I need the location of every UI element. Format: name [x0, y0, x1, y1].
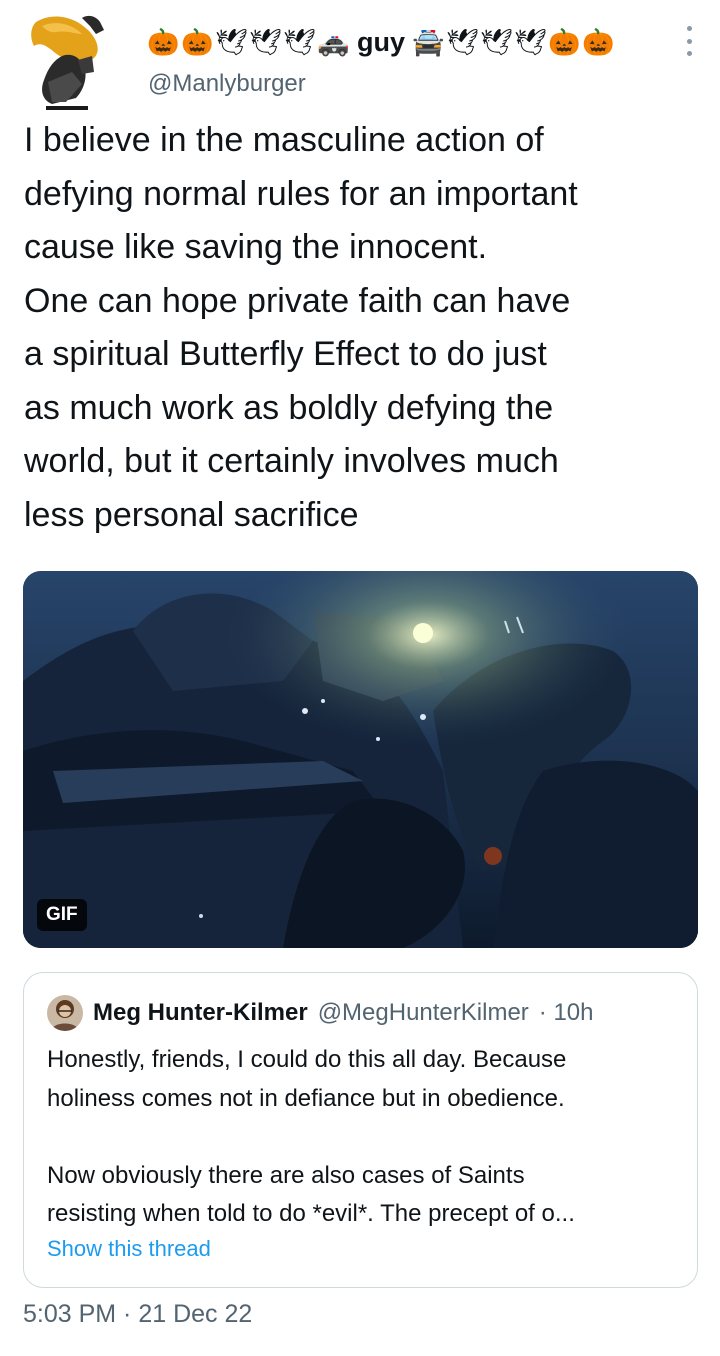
author-display-name[interactable]: guy — [357, 27, 405, 58]
dove-icon: 🕊 — [215, 27, 249, 57]
quoted-text-line: Honestly, friends, I could do this all d… — [47, 1046, 567, 1073]
quoted-tweet-time: · 10h — [538, 999, 594, 1026]
oncoming-police-car-icon: 🚔 — [412, 27, 445, 57]
quoted-author-handle: @MegHunterKilmer — [317, 999, 529, 1026]
gif-badge: GIF — [37, 899, 87, 931]
more-options-icon[interactable] — [684, 26, 694, 56]
tweet-text: I believe in the masculine action of def… — [24, 121, 578, 534]
dove-icon: 🕊 — [446, 27, 480, 57]
author-name-row: 🎃 🎃 🕊 🕊 🕊 🚓 guy 🚔 🕊 🕊 🕊 🎃 🎃 — [147, 22, 615, 62]
author-avatar[interactable] — [22, 12, 116, 110]
quoted-author-name: Meg Hunter-Kilmer — [93, 999, 308, 1026]
quoted-text-line — [47, 1118, 687, 1157]
tweet-timestamp[interactable]: 5:03 PM · 21 Dec 22 — [23, 1300, 252, 1329]
quoted-text-line: resisting when told to do *evil*. The pr… — [47, 1200, 575, 1227]
tweet-header: 🎃 🎃 🕊 🕊 🕊 🚓 guy 🚔 🕊 🕊 🕊 🎃 🎃 @Manlyburger — [0, 0, 720, 110]
gif-frame-image — [23, 571, 698, 948]
police-car-icon: 🚓 — [317, 27, 350, 57]
pumpkin-icon: 🎃 — [181, 27, 214, 57]
dove-icon: 🕊 — [480, 27, 514, 57]
pumpkin-icon: 🎃 — [147, 27, 180, 57]
quoted-tweet-text: Honestly, friends, I could do this all d… — [47, 1041, 687, 1234]
quoted-tweet[interactable]: Meg Hunter-Kilmer @MegHunterKilmer · 10h… — [23, 972, 698, 1288]
quoted-text-line: Now obviously there are also cases of Sa… — [47, 1161, 525, 1189]
pumpkin-icon: 🎃 — [548, 27, 581, 57]
author-handle[interactable]: @Manlyburger — [148, 70, 306, 98]
show-thread-link[interactable]: Show this thread — [47, 1236, 211, 1262]
quoted-tweet-header: Meg Hunter-Kilmer @MegHunterKilmer · 10h — [47, 995, 593, 1031]
quoted-author-avatar — [47, 995, 83, 1031]
pumpkin-icon: 🎃 — [582, 27, 615, 57]
gif-media[interactable]: GIF — [23, 571, 698, 948]
quoted-text-line: holiness comes not in defiance but in ob… — [47, 1084, 565, 1112]
dove-icon: 🕊 — [283, 27, 317, 57]
dove-icon: 🕊 — [249, 27, 283, 57]
dove-icon: 🕊 — [514, 27, 548, 57]
